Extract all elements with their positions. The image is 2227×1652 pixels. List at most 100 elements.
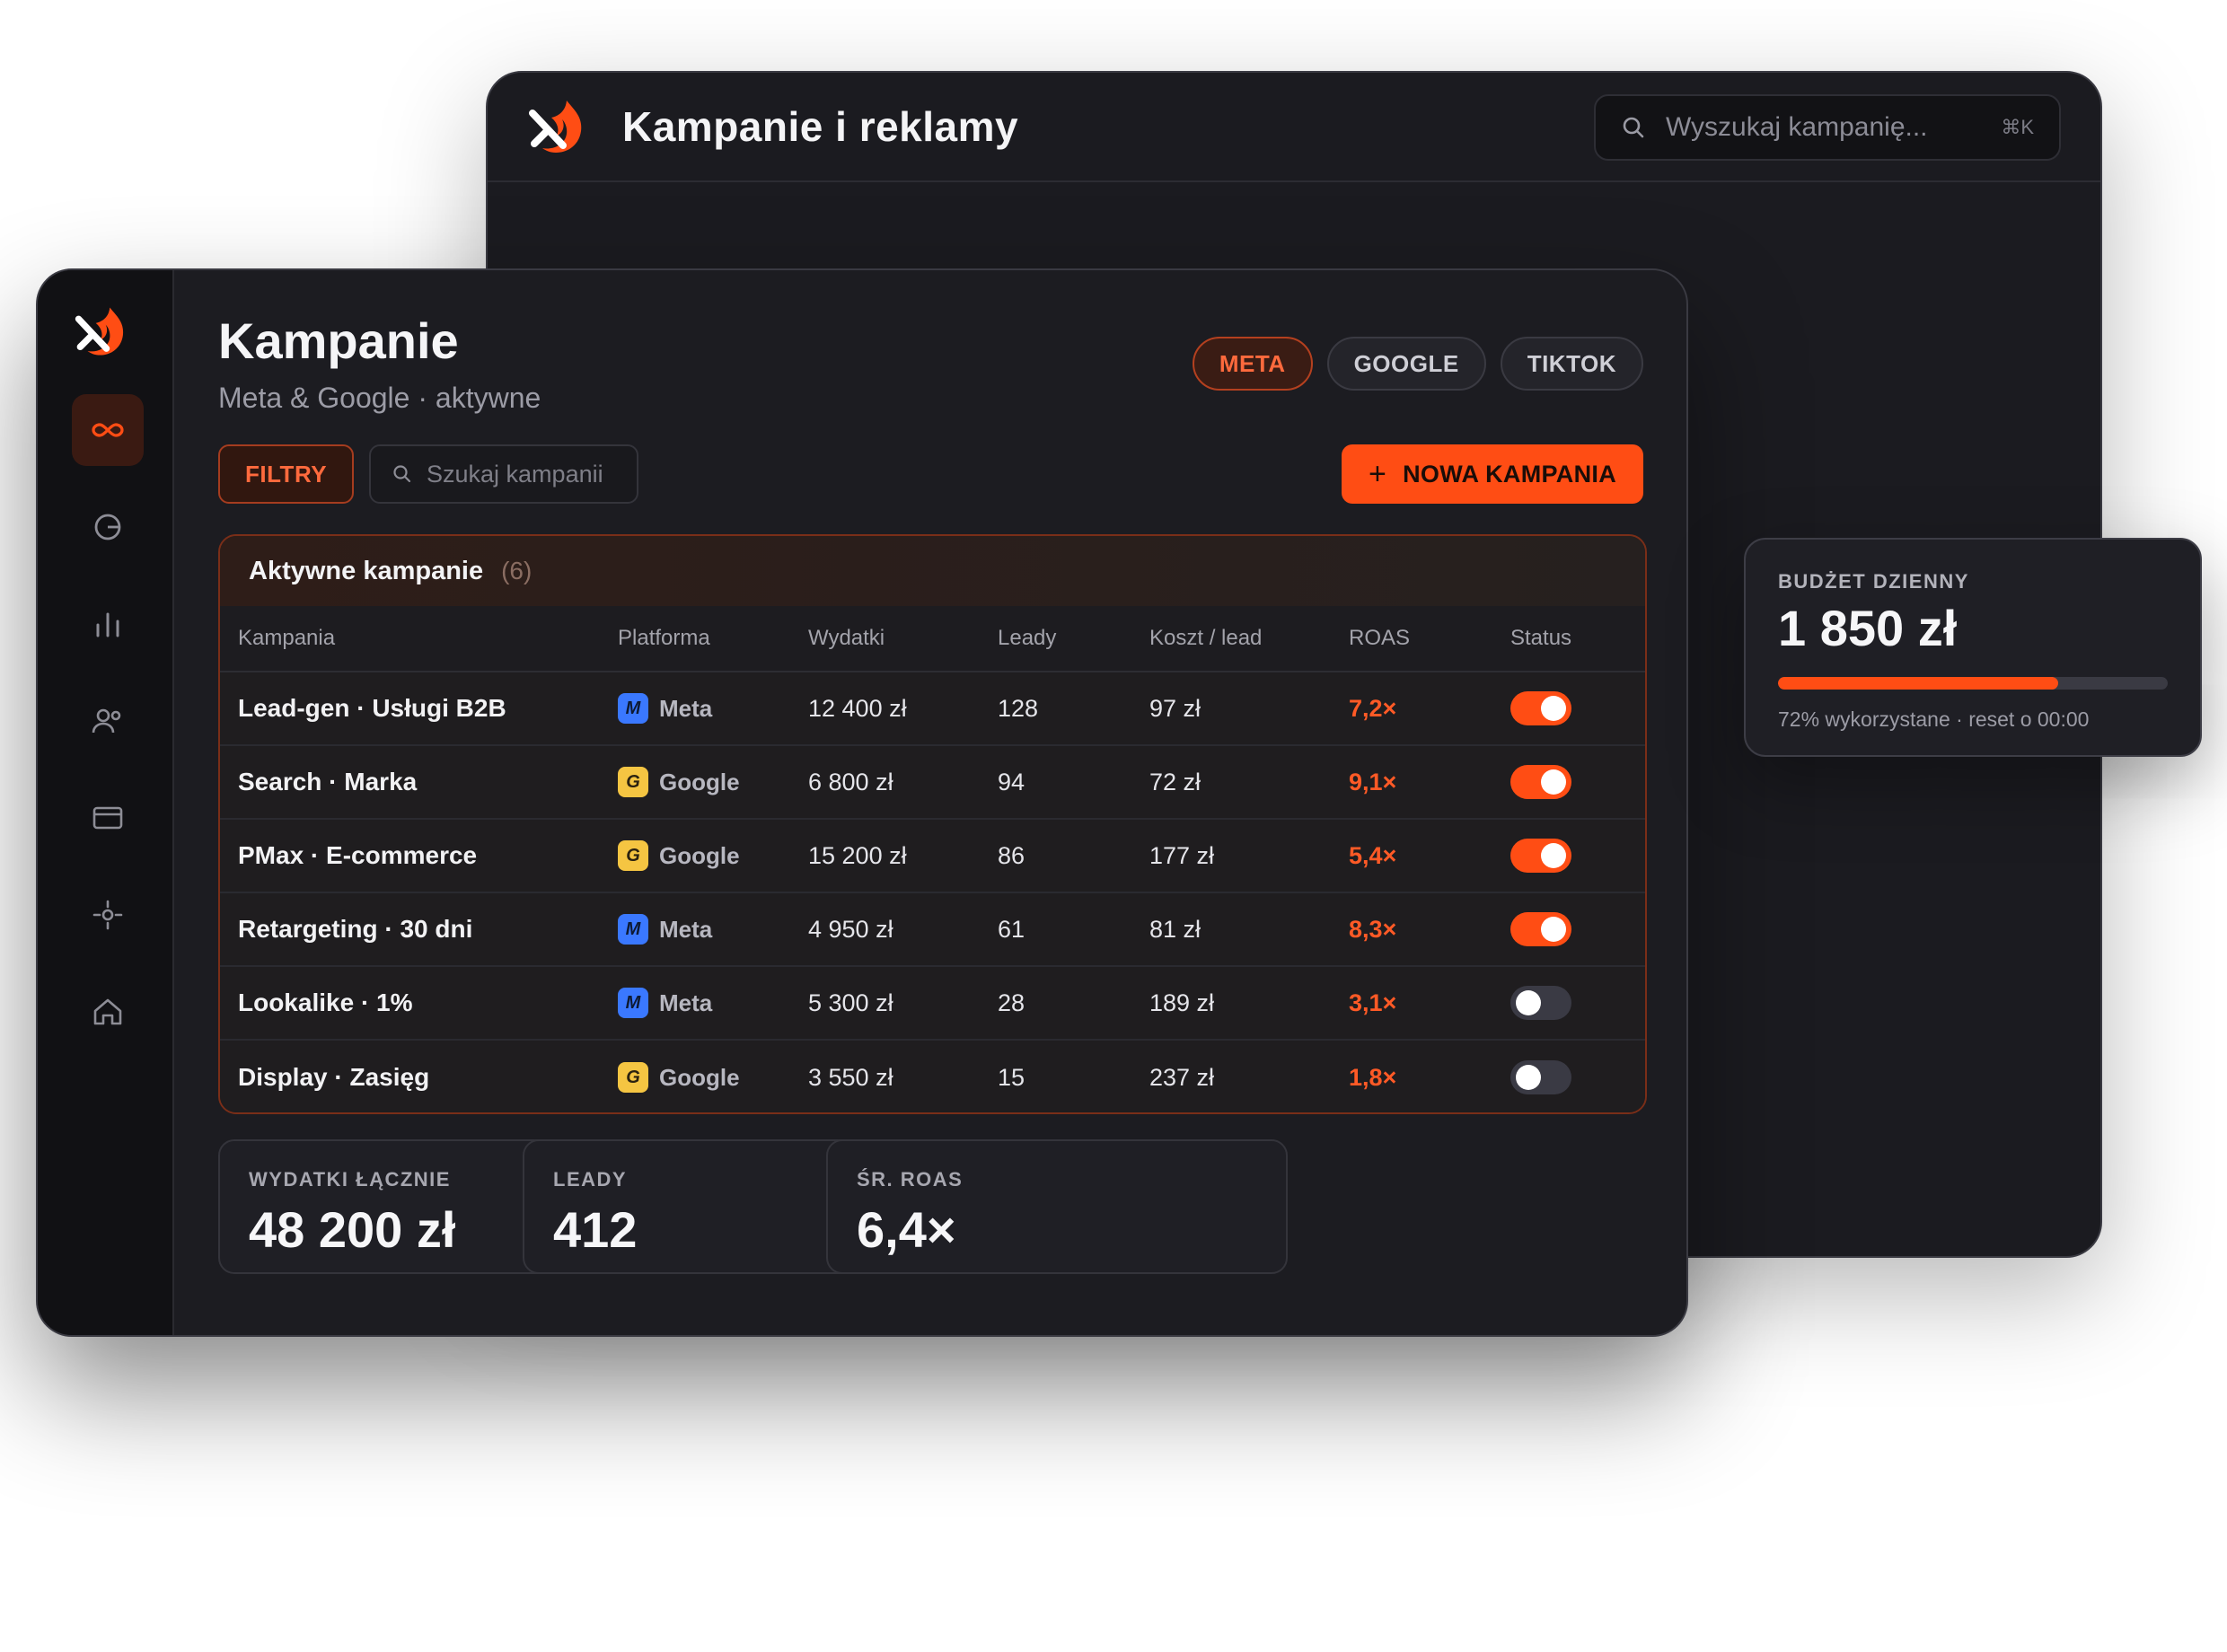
page-title: Kampanie [218, 312, 459, 369]
toggle-knob [1516, 990, 1541, 1015]
campaign-name[interactable]: Lead-gen · Usługi B2B [220, 694, 618, 723]
leads-cell: 61 [998, 915, 1025, 943]
status-toggle[interactable] [1510, 986, 1571, 1020]
toggle-knob [1541, 696, 1566, 721]
roas-cell: 5,4× [1349, 841, 1397, 869]
leads-cell: 128 [998, 694, 1039, 722]
campaign-name[interactable]: Search · Marka [220, 768, 618, 796]
column-header-status[interactable]: Status [1510, 626, 1645, 651]
budget-note: 72% wykorzystane · reset o 00:00 [1778, 707, 2090, 731]
budget-progress-fill [1778, 677, 2059, 690]
status-toggle[interactable] [1510, 839, 1571, 873]
home-icon [93, 998, 122, 1025]
platform-name: Meta [659, 915, 713, 943]
sidebar-item-reports[interactable] [72, 588, 144, 660]
budget-progress-bar [1778, 677, 2168, 690]
platform-cell: M Meta [618, 914, 808, 945]
table-row[interactable]: Search · Marka G Google 6 800 zł 94 72 zł 9,1× [220, 746, 1645, 820]
sidebar-item-analytics[interactable] [72, 491, 144, 563]
platform-name: Meta [659, 989, 713, 1016]
new-campaign-label: NOWA KAMPANIA [1403, 460, 1616, 488]
plus-icon: + [1368, 456, 1387, 491]
campaign-search-input[interactable]: Szukaj kampanii [369, 444, 638, 504]
table-title-bar: Aktywne kampanie (6) [220, 536, 1645, 606]
sidebar-item-audiences[interactable] [72, 685, 144, 757]
stat-label: ŚR. ROAS [857, 1168, 964, 1191]
settings-icon [92, 900, 123, 930]
infinity-icon [92, 423, 124, 437]
meta-badge-icon: M [618, 693, 648, 724]
table-header-row: Kampania Platforma Wydatki Leady Koszt /… [220, 606, 1645, 672]
tab-google[interactable]: GOOGLE [1326, 337, 1486, 391]
column-header-campaign[interactable]: Kampania [220, 626, 618, 651]
campaign-search-placeholder: Szukaj kampanii [427, 460, 603, 488]
tab-tiktok[interactable]: TIKTOK [1500, 337, 1643, 391]
table-row[interactable]: PMax · E-commerce G Google 15 200 zł 86 177 z… [220, 820, 1645, 893]
credit-card-icon [92, 806, 123, 830]
campaigns-window: Kampanie Meta & Google · aktywne META GO… [36, 268, 1688, 1337]
status-toggle[interactable] [1510, 912, 1571, 946]
spend-cell: 3 550 zł [808, 1063, 893, 1091]
table-body: Lead-gen · Usługi B2B M Meta 12 400 zł 128 97… [220, 672, 1645, 1112]
platform-name: Google [659, 841, 740, 869]
toggle-knob [1541, 843, 1566, 868]
campaign-name[interactable]: Display · Zasięg [220, 1063, 618, 1092]
table-row[interactable]: Display · Zasięg G Google 3 550 zł 15 237 zł 1… [220, 1041, 1645, 1112]
page-subtitle: Meta & Google · aktywne [218, 382, 541, 414]
platform-cell: M Meta [618, 988, 808, 1018]
bar-chart-icon [96, 612, 119, 637]
google-badge-icon: G [618, 1062, 648, 1093]
platform-cell: G Google [618, 767, 808, 797]
platform-cell: M Meta [618, 693, 808, 724]
daily-budget-card: BUDŻET DZIENNY 1 850 zł 72% wykorzystane… [1744, 538, 2202, 757]
leads-cell: 15 [998, 1063, 1025, 1091]
status-toggle[interactable] [1510, 765, 1571, 799]
cost-per-lead-cell: 189 zł [1149, 989, 1215, 1016]
toggle-knob [1516, 1065, 1541, 1090]
global-search-input[interactable]: Wyszukaj kampanię... ⌘K [1594, 94, 2061, 161]
platform-name: Google [659, 1063, 740, 1091]
budget-label: BUDŻET DZIENNY [1778, 570, 1969, 593]
roas-cell: 1,8× [1349, 1063, 1397, 1091]
meta-badge-icon: M [618, 988, 648, 1018]
sidebar-item-home[interactable] [72, 976, 144, 1048]
roas-cell: 3,1× [1349, 989, 1397, 1016]
column-header-platform[interactable]: Platforma [618, 626, 808, 651]
status-toggle[interactable] [1510, 691, 1571, 725]
new-campaign-button[interactable]: + NOWA KAMPANIA [1341, 444, 1643, 504]
stat-avg-roas: ŚR. ROAS 6,4× [826, 1139, 1288, 1274]
column-header-spend[interactable]: Wydatki [808, 626, 998, 651]
google-badge-icon: G [618, 840, 648, 871]
spend-cell: 4 950 zł [808, 915, 893, 943]
campaign-name[interactable]: Retargeting · 30 dni [220, 915, 618, 944]
table-row[interactable]: Retargeting · 30 dni M Meta 4 950 zł 61 81 zł… [220, 893, 1645, 967]
table-row[interactable]: Lookalike · 1% M Meta 5 300 zł 28 189 zł 3,1× [220, 967, 1645, 1041]
leads-cell: 28 [998, 989, 1025, 1016]
platform-cell: G Google [618, 840, 808, 871]
filters-button[interactable]: FILTRY [218, 444, 355, 504]
brand-logo-icon [529, 101, 582, 153]
column-header-leads[interactable]: Leady [998, 626, 1149, 651]
cost-per-lead-cell: 97 zł [1149, 694, 1202, 722]
global-search-placeholder: Wyszukaj kampanię... [1666, 112, 1928, 142]
platform-cell: G Google [618, 1062, 808, 1093]
table-count: (6) [501, 557, 533, 584]
main-content: Kampanie Meta & Google · aktywne META GO… [174, 270, 1686, 1335]
status-toggle[interactable] [1510, 1060, 1571, 1094]
pie-chart-icon [94, 514, 121, 540]
campaign-name[interactable]: PMax · E-commerce [220, 841, 618, 870]
column-header-cpl[interactable]: Koszt / lead [1149, 626, 1349, 651]
roas-cell: 9,1× [1349, 768, 1397, 795]
campaign-name[interactable]: Lookalike · 1% [220, 989, 618, 1017]
tab-meta[interactable]: META [1192, 337, 1313, 391]
table-row[interactable]: Lead-gen · Usługi B2B M Meta 12 400 zł 128 97… [220, 672, 1645, 746]
column-header-roas[interactable]: ROAS [1349, 626, 1510, 651]
brand-logo-icon[interactable] [74, 303, 131, 360]
sidebar-item-billing[interactable] [72, 782, 144, 854]
sidebar [38, 270, 174, 1335]
sidebar-item-settings[interactable] [72, 879, 144, 951]
stat-value: 6,4× [857, 1201, 956, 1258]
sidebar-item-campaigns[interactable] [72, 394, 144, 466]
table-title: Aktywne kampanie [249, 556, 484, 585]
platform-tabs: META GOOGLE TIKTOK [1192, 337, 1643, 391]
